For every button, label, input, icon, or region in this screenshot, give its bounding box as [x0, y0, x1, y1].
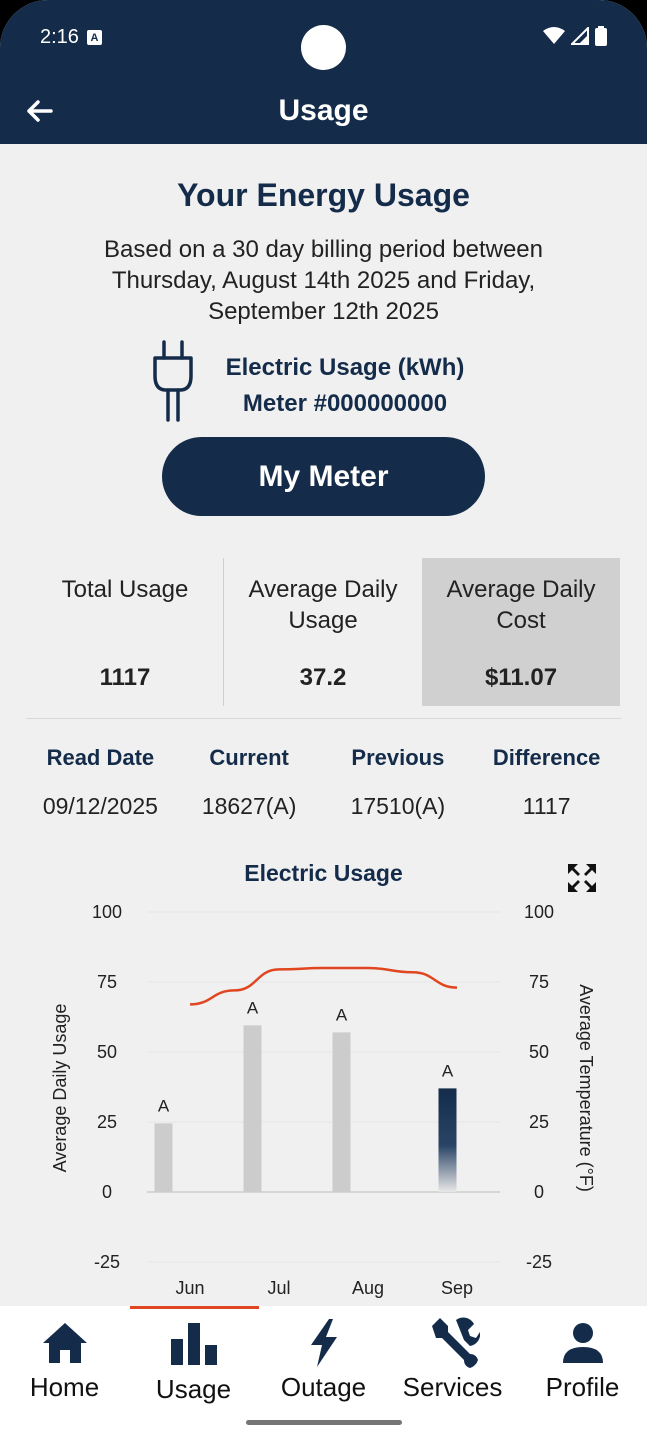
stat-label: Average Daily Cost	[446, 576, 596, 634]
bar-chart-icon	[170, 1323, 217, 1365]
wifi-icon	[543, 27, 565, 44]
nav-services[interactable]: Services	[388, 1306, 517, 1416]
y-tick-label: 0	[102, 1182, 112, 1202]
expand-icon	[568, 864, 596, 892]
meter-readings-table: Read Date Current Previous Difference 09…	[26, 736, 621, 828]
x-tick-label: Sep	[441, 1278, 473, 1298]
x-tick-label: Aug	[352, 1278, 384, 1298]
current-reading-cell: 18627(A)	[201, 792, 297, 819]
y-axis-title: Average Daily Usage	[50, 1004, 70, 1173]
lightning-icon	[310, 1319, 337, 1367]
my-meter-button[interactable]: My Meter	[162, 437, 485, 516]
usage-bar	[332, 1032, 351, 1192]
stat-average-daily-cost[interactable]: Average Daily Cost $11.07	[422, 558, 620, 706]
meter-number: Meter #000000000	[242, 390, 448, 417]
wrench-icon	[431, 1317, 480, 1368]
divider	[26, 718, 621, 719]
y2-tick-label: 100	[524, 902, 554, 922]
chart-title: Electric Usage	[244, 860, 403, 886]
stat-label: Total Usage	[61, 576, 189, 603]
difference-cell: 1117	[522, 792, 571, 819]
bar-data-label: A	[336, 1005, 348, 1024]
bar-data-label: A	[442, 1061, 454, 1080]
y-tick-label: 25	[97, 1112, 117, 1132]
meter-info: Electric Usage (kWh) Meter #000000000	[200, 350, 490, 422]
energy-usage-heading: Your Energy Usage	[177, 177, 470, 213]
table-header: Read Date Current Previous Difference	[26, 736, 621, 780]
y-tick-label: -25	[94, 1252, 120, 1272]
notification-icon: A	[86, 30, 102, 45]
nav-label: Home	[29, 1372, 100, 1402]
top-app-bar: 2:16 A Usage	[0, 0, 647, 144]
usage-bar	[154, 1123, 173, 1192]
nav-usage[interactable]: Usage	[129, 1306, 258, 1416]
bar-data-label: A	[158, 1096, 170, 1115]
y2-tick-label: 0	[534, 1182, 544, 1202]
nav-label: Outage	[280, 1372, 367, 1402]
camera-cutout	[301, 25, 346, 70]
nav-label: Services	[402, 1372, 503, 1402]
page-title: Usage	[278, 94, 369, 127]
y2-tick-label: -25	[526, 1252, 552, 1272]
nav-label: Usage	[155, 1374, 232, 1404]
clock: 2:16	[40, 26, 79, 48]
usage-bar	[243, 1025, 262, 1192]
stat-value: $11.07	[484, 664, 558, 691]
table-row: 09/12/2025 18627(A) 17510(A) 1117	[26, 784, 621, 828]
nav-icon-wrap	[259, 1318, 388, 1368]
usage-stats: Total Usage 1117 Average Daily Usage 37.…	[26, 558, 621, 706]
plug-icon	[153, 340, 193, 422]
expand-chart-button[interactable]	[566, 862, 598, 894]
y2-tick-label: 50	[529, 1042, 549, 1062]
y2-tick-label: 25	[529, 1112, 549, 1132]
stat-total-usage[interactable]: Total Usage 1117	[26, 558, 224, 706]
y-tick-label: 50	[97, 1042, 117, 1062]
nav-icon-wrap	[518, 1318, 647, 1368]
temperature-line	[189, 966, 458, 1006]
stat-value: 1117	[99, 664, 151, 691]
y-tick-label: 75	[97, 972, 117, 992]
read-date-cell: 09/12/2025	[42, 792, 158, 819]
usage-bar	[438, 1088, 457, 1192]
stat-label: Average Daily Usage	[248, 576, 398, 634]
column-header: Difference	[492, 745, 601, 770]
y2-axis-title: Average Temperature (°F)	[576, 984, 596, 1192]
stat-value: 37.2	[299, 664, 347, 691]
nav-label: Profile	[545, 1372, 620, 1402]
gesture-home-bar[interactable]	[246, 1420, 402, 1425]
bar-data-label: A	[247, 998, 259, 1017]
x-tick-label: Jul	[267, 1278, 290, 1298]
stat-average-daily-usage[interactable]: Average Daily Usage 37.2	[224, 558, 422, 706]
home-icon	[42, 1323, 87, 1363]
nav-outage[interactable]: Outage	[259, 1306, 388, 1416]
nav-profile[interactable]: Profile	[518, 1306, 647, 1416]
previous-reading-cell: 17510(A)	[350, 792, 446, 819]
signal-icon	[571, 27, 589, 45]
column-header: Previous	[351, 745, 445, 770]
person-icon	[562, 1323, 603, 1363]
column-header: Read Date	[46, 745, 155, 770]
battery-icon	[595, 26, 607, 46]
nav-home[interactable]: Home	[0, 1306, 129, 1416]
column-header: Current	[209, 745, 289, 770]
app-screen: 2:16 A Usage Your Energy Usage Based on …	[0, 0, 647, 1440]
x-tick-label: Jun	[175, 1278, 204, 1298]
status-icons	[543, 26, 607, 46]
billing-period-text: Based on a 30 day billing period between…	[104, 236, 543, 325]
usage-chart: 100 100 75 75 50 50 25 25 0 0 -25 -25 A A A A Jun Jul Aug S…	[50, 902, 596, 1298]
nav-icon-wrap	[388, 1317, 517, 1368]
usage-type-label: Electric Usage (kWh)	[225, 354, 465, 381]
y2-tick-label: 75	[529, 972, 549, 992]
nav-icon-wrap	[0, 1318, 129, 1368]
nav-icon-wrap	[129, 1318, 258, 1368]
y-tick-label: 100	[92, 902, 122, 922]
status-bar-time: 2:16 A	[40, 26, 102, 49]
